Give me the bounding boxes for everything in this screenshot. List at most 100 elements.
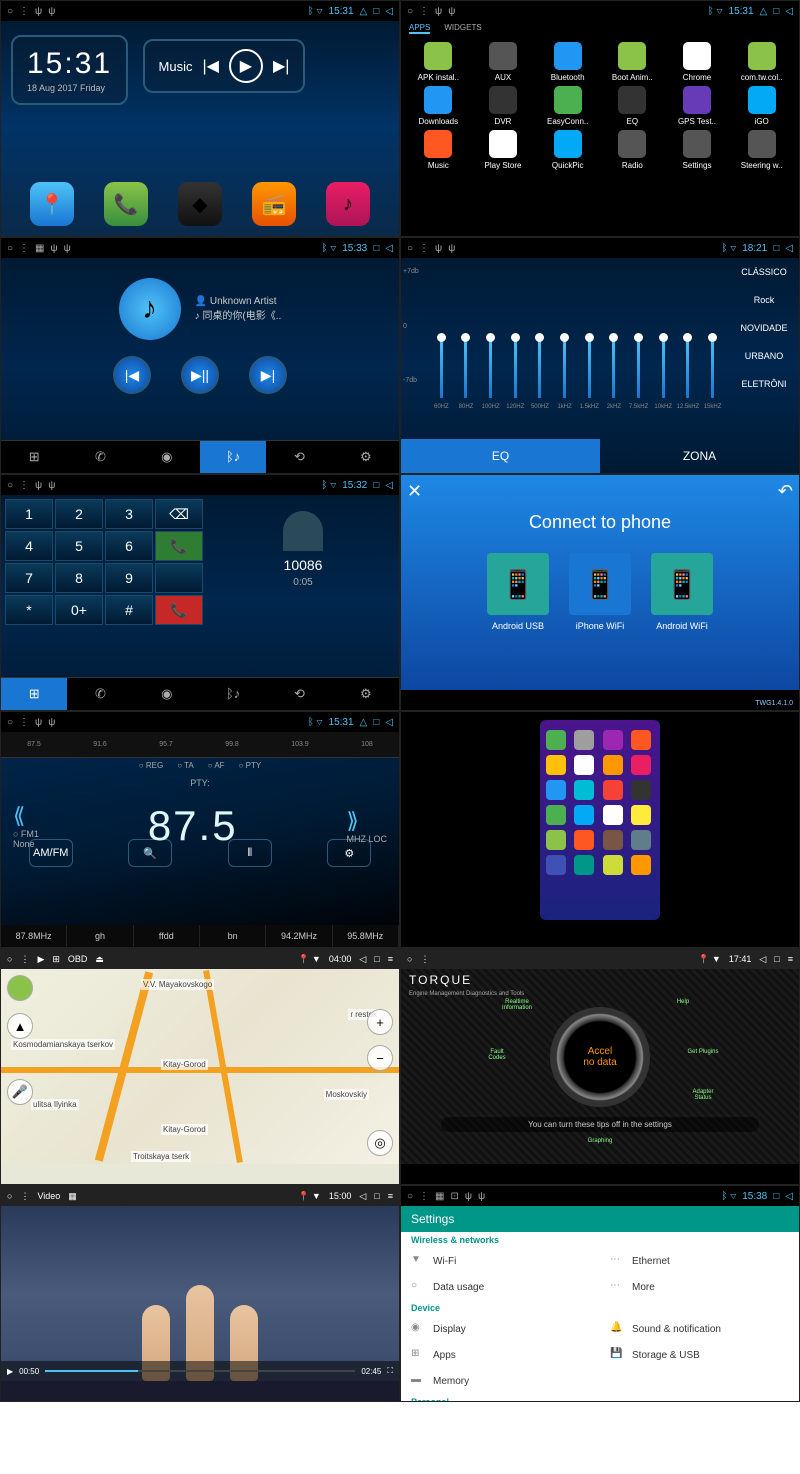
seek-down[interactable]: ⟪ (13, 803, 25, 828)
key-2[interactable]: 2 (55, 499, 103, 529)
play-icon[interactable]: ▶ (7, 1367, 13, 1376)
eq-slider[interactable]: 500HZ (538, 338, 541, 398)
nav-start[interactable] (7, 975, 33, 1001)
setting-Apps[interactable]: ⊞Apps (401, 1342, 600, 1368)
connect-Android USB[interactable]: 📱Android USB (487, 553, 549, 631)
tab-zona[interactable]: ZONA (600, 439, 799, 473)
app-iGO[interactable]: iGO (730, 86, 793, 126)
tab-widgets[interactable]: WIDGETS (444, 23, 481, 34)
next-button[interactable]: ▶| (249, 356, 287, 394)
setting-Ethernet[interactable]: ⋯Ethernet (600, 1248, 799, 1274)
eq-slider[interactable]: 2kHZ (612, 338, 615, 398)
help-button[interactable]: Help (667, 999, 699, 1005)
preset-URBANO[interactable]: URBANO (729, 351, 799, 361)
key-4[interactable]: 4 (5, 531, 53, 561)
app-Radio[interactable]: Radio (601, 130, 664, 170)
connect-iPhone WiFi[interactable]: 📱iPhone WiFi (569, 553, 631, 631)
mirror-app-icon[interactable] (574, 855, 594, 875)
zoom-in[interactable]: + (367, 1009, 393, 1035)
setting-Storage & USB[interactable]: 💾Storage & USB (600, 1342, 799, 1368)
eq-slider[interactable]: 1kHZ (563, 338, 566, 398)
nav-phone[interactable]: ✆ (67, 441, 133, 473)
nav-contacts[interactable]: ◉ (134, 441, 200, 473)
app-QuickPic[interactable]: QuickPic (536, 130, 599, 170)
app-GPS Test..[interactable]: GPS Test.. (666, 86, 729, 126)
prev-icon[interactable]: |◀ (202, 56, 218, 76)
preset[interactable]: 95.8MHz (333, 925, 399, 947)
home-icon[interactable]: ○ (7, 6, 13, 17)
mirror-app-icon[interactable] (574, 780, 594, 800)
mirror-app-icon[interactable] (603, 780, 623, 800)
setting-Sound & notification[interactable]: 🔔Sound & notification (600, 1316, 799, 1342)
fault-codes-button[interactable]: Fault Codes (481, 1049, 513, 1061)
next-icon[interactable]: ▶| (273, 56, 289, 76)
connect-Android WiFi[interactable]: 📱Android WiFi (651, 553, 713, 631)
app-EQ[interactable]: EQ (601, 86, 664, 126)
nav-voice[interactable]: 🎤 (7, 1079, 33, 1105)
radio-opt[interactable]: ○ AF (208, 761, 225, 770)
tab-eq[interactable]: EQ (401, 439, 600, 473)
seek-up[interactable]: ⟫ (346, 808, 358, 833)
eq-slider[interactable]: 80HZ (464, 338, 467, 398)
mirror-app-icon[interactable] (546, 830, 566, 850)
play-button[interactable]: ▶ (229, 49, 263, 83)
seek-bar[interactable] (45, 1370, 355, 1372)
preset[interactable]: 94.2MHz (266, 925, 332, 947)
app-DVR[interactable]: DVR (472, 86, 535, 126)
eq-slider[interactable]: 10kHZ (662, 338, 665, 398)
app-AUX[interactable]: AUX (472, 42, 535, 82)
nav-apps[interactable]: ⊞ (1, 441, 67, 473)
video-player[interactable]: ▶ 00:50 02:45 ⛶ (1, 1206, 399, 1401)
nav-settings[interactable]: ⚙ (333, 441, 399, 473)
key-*[interactable]: * (5, 595, 53, 625)
maps-icon[interactable]: 📍 (30, 182, 74, 226)
mirror-app-icon[interactable] (546, 780, 566, 800)
setting-More[interactable]: ⋯More (600, 1274, 799, 1300)
nav-locate[interactable]: ◎ (367, 1130, 393, 1156)
app-Boot Anim..[interactable]: Boot Anim.. (601, 42, 664, 82)
app-Chrome[interactable]: Chrome (666, 42, 729, 82)
app-Music[interactable]: Music (407, 130, 470, 170)
preset-NOVIDADE[interactable]: NOVIDADE (729, 323, 799, 333)
key-5[interactable]: 5 (55, 531, 103, 561)
nav-bt-music[interactable]: ᛒ♪ (200, 441, 266, 473)
key-3[interactable]: 3 (105, 499, 153, 529)
app-Play Store[interactable]: Play Store (472, 130, 535, 170)
key-8[interactable]: 8 (55, 563, 103, 593)
app-APK instal..[interactable]: APK instal.. (407, 42, 470, 82)
radio-opt[interactable]: ○ TA (177, 761, 194, 770)
setting-Memory[interactable]: ▬Memory (401, 1368, 600, 1394)
mirror-app-icon[interactable] (574, 805, 594, 825)
radio-icon[interactable]: 📻 (252, 182, 296, 226)
key-6[interactable]: 6 (105, 531, 153, 561)
app-EasyConn..[interactable]: EasyConn.. (536, 86, 599, 126)
radio-opt[interactable]: ○ PTY (239, 761, 262, 770)
music-widget[interactable]: Music |◀ ▶ ▶| (143, 39, 306, 93)
app-Steering w..[interactable]: Steering w.. (730, 130, 793, 170)
radio-opt[interactable]: ○ REG (139, 761, 163, 770)
key-7[interactable]: 7 (5, 563, 53, 593)
mirror-app-icon[interactable] (631, 780, 651, 800)
music-icon[interactable]: ♪ (326, 182, 370, 226)
app-com.tw.col..[interactable]: com.tw.col.. (730, 42, 793, 82)
album-art[interactable]: ♪ (119, 278, 181, 340)
key-11[interactable] (155, 563, 203, 593)
mirror-app-icon[interactable] (546, 805, 566, 825)
nav-settings[interactable]: ⚙ (333, 678, 399, 710)
mirror-app-icon[interactable] (574, 830, 594, 850)
phone-icon[interactable]: 📞 (104, 182, 148, 226)
preset[interactable]: 87.8MHz (1, 925, 67, 947)
play-pause-button[interactable]: ▶|| (181, 356, 219, 394)
clock-widget[interactable]: 15:31 18 Aug 2017 Friday (11, 35, 128, 105)
mirror-app-icon[interactable] (631, 830, 651, 850)
mirror-app-icon[interactable] (603, 805, 623, 825)
nav-sync[interactable]: ⟲ (266, 678, 332, 710)
eq-slider[interactable]: 100HZ (489, 338, 492, 398)
setting-Data usage[interactable]: ○Data usage (401, 1274, 600, 1300)
mirror-app-icon[interactable] (546, 855, 566, 875)
nav-keypad[interactable]: ⊞ (1, 678, 67, 710)
navigation-map[interactable]: V.V. Mayakovskogo r restok Kosmodamiansk… (1, 969, 399, 1184)
app-Downloads[interactable]: Downloads (407, 86, 470, 126)
mirror-app-icon[interactable] (603, 855, 623, 875)
nav-layer[interactable]: ▲ (7, 1013, 33, 1039)
